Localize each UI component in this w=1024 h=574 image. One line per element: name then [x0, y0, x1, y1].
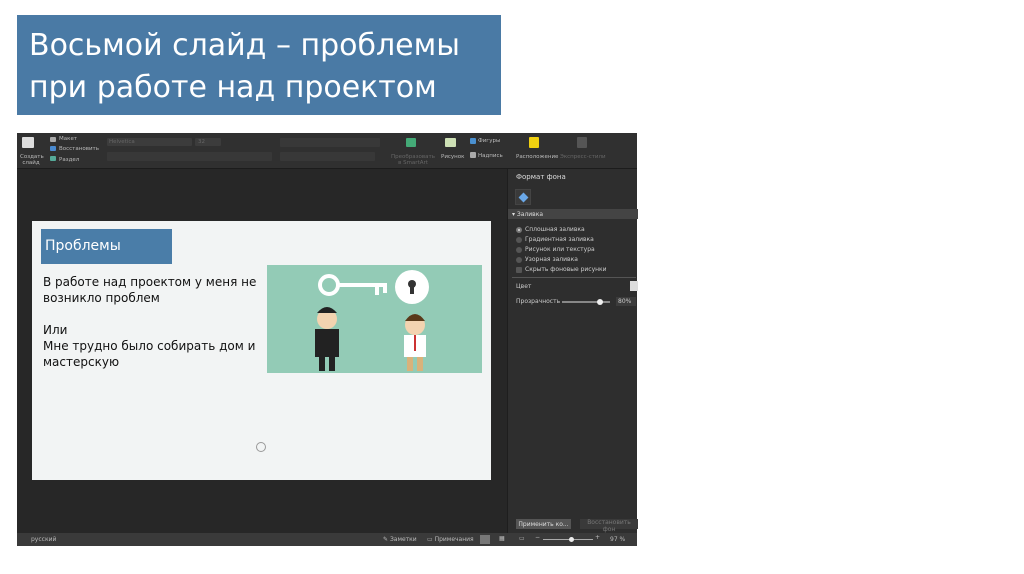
- textbox-button[interactable]: Надпись: [478, 153, 503, 159]
- reset-icon: [50, 146, 56, 151]
- panel-title: Формат фона: [516, 173, 566, 181]
- key-lock-illustration: [315, 270, 429, 371]
- option-label: Рисунок или текстура: [525, 246, 595, 253]
- quick-styles-button[interactable]: Экспресс-стили: [560, 154, 606, 160]
- paragraph-1: В работе над проектом у меня не возникло…: [43, 275, 257, 305]
- download-icon[interactable]: [256, 442, 266, 452]
- section-icon: [50, 156, 56, 161]
- reset-button[interactable]: Восстановить: [59, 146, 99, 152]
- new-slide-icon: [22, 137, 34, 148]
- language-status[interactable]: русский: [31, 536, 56, 543]
- layout-icon: [50, 137, 56, 142]
- section-button[interactable]: Раздел: [59, 157, 79, 163]
- pattern-fill-radio[interactable]: Узорная заливка: [516, 256, 578, 263]
- illustration-picture[interactable]: [267, 265, 482, 373]
- option-label: Скрыть фоновые рисунки: [525, 266, 607, 273]
- slide-heading[interactable]: Проблемы: [41, 229, 172, 264]
- hide-background-checkbox[interactable]: Скрыть фоновые рисунки: [516, 266, 607, 273]
- picture-button[interactable]: Рисунок: [441, 154, 464, 160]
- arrange-button[interactable]: Расположение: [516, 154, 558, 160]
- transparency-input[interactable]: 80%: [616, 297, 636, 306]
- color-picker-button[interactable]: [630, 281, 638, 291]
- picture-icon: [445, 138, 456, 147]
- layout-button[interactable]: Макет: [59, 136, 77, 142]
- zoom-level[interactable]: 97 %: [610, 536, 625, 543]
- paragraph-buttons[interactable]: [280, 138, 380, 147]
- slide-body[interactable]: В работе над проектом у меня не возникло…: [43, 274, 263, 370]
- fill-section-label: Заливка: [516, 211, 544, 218]
- slide-canvas: Проблемы В работе над проектом у меня не…: [17, 169, 507, 533]
- convert-smartart-button[interactable]: Преобразовать в SmartArt: [391, 154, 435, 166]
- normal-view-icon[interactable]: [480, 535, 490, 544]
- transparency-label: Прозрачность: [516, 298, 561, 305]
- slide[interactable]: Проблемы В работе над проектом у меня не…: [32, 221, 491, 480]
- quick-styles-icon: [577, 137, 587, 148]
- textbox-icon: [470, 152, 476, 158]
- zoom-slider[interactable]: [543, 537, 593, 542]
- new-slide-button[interactable]: Создать слайд: [20, 154, 44, 166]
- radio-selected: [516, 226, 522, 233]
- fill-section-header[interactable]: ▾ Заливка: [508, 209, 638, 219]
- font-select[interactable]: Helvetica: [109, 139, 135, 145]
- font-size-select[interactable]: 32: [198, 139, 205, 145]
- comments-button[interactable]: ▭ Примечания: [427, 536, 474, 543]
- apply-to-all-button[interactable]: Применить ко...: [516, 519, 571, 529]
- transparency-slider[interactable]: [562, 299, 610, 305]
- notes-label: Заметки: [389, 536, 417, 543]
- align-buttons[interactable]: [280, 152, 375, 161]
- smartart-icon: [406, 138, 416, 147]
- arrange-icon: [529, 137, 539, 148]
- paragraph-2: Или: [43, 323, 68, 337]
- powerpoint-screenshot: Создать слайд Макет Восстановить Раздел …: [17, 133, 638, 546]
- slider-thumb[interactable]: [597, 299, 604, 305]
- status-bar: русский ✎ Заметки ▭ Примечания ▦ ▭ − + 9…: [17, 533, 637, 546]
- option-label: Узорная заливка: [525, 256, 578, 263]
- zoom-in-button[interactable]: +: [595, 534, 600, 541]
- solid-fill-radio[interactable]: Сплошная заливка: [516, 226, 585, 233]
- comments-label: Примечания: [434, 536, 474, 543]
- ribbon: Создать слайд Макет Восстановить Раздел …: [17, 133, 637, 169]
- option-label: Сплошная заливка: [525, 226, 585, 233]
- slide-sorter-icon[interactable]: ▦: [499, 535, 505, 542]
- fill-tab-icon[interactable]: [515, 189, 531, 205]
- option-label: Градиентная заливка: [525, 236, 594, 243]
- reset-background-button[interactable]: Восстановить фон: [580, 519, 638, 533]
- color-label: Цвет: [516, 283, 532, 290]
- zoom-out-button[interactable]: −: [535, 534, 540, 541]
- shapes-button[interactable]: Фигуры: [478, 138, 500, 144]
- format-buttons[interactable]: [107, 152, 272, 161]
- gradient-fill-radio[interactable]: Градиентная заливка: [516, 236, 594, 243]
- presenter-view-icon[interactable]: ▭: [519, 535, 525, 542]
- shapes-icon: [470, 138, 476, 144]
- format-background-panel: Формат фона ▾ Заливка Сплошная заливка Г…: [507, 169, 638, 533]
- divider: [512, 277, 636, 278]
- zoom-thumb[interactable]: [569, 537, 574, 542]
- picture-fill-radio[interactable]: Рисунок или текстура: [516, 246, 595, 253]
- paragraph-3: Мне трудно было собирать дом и мастерску…: [43, 339, 256, 369]
- notes-button[interactable]: ✎ Заметки: [383, 536, 417, 543]
- slide-title: Восьмой слайд – проблемы при работе над …: [17, 15, 501, 115]
